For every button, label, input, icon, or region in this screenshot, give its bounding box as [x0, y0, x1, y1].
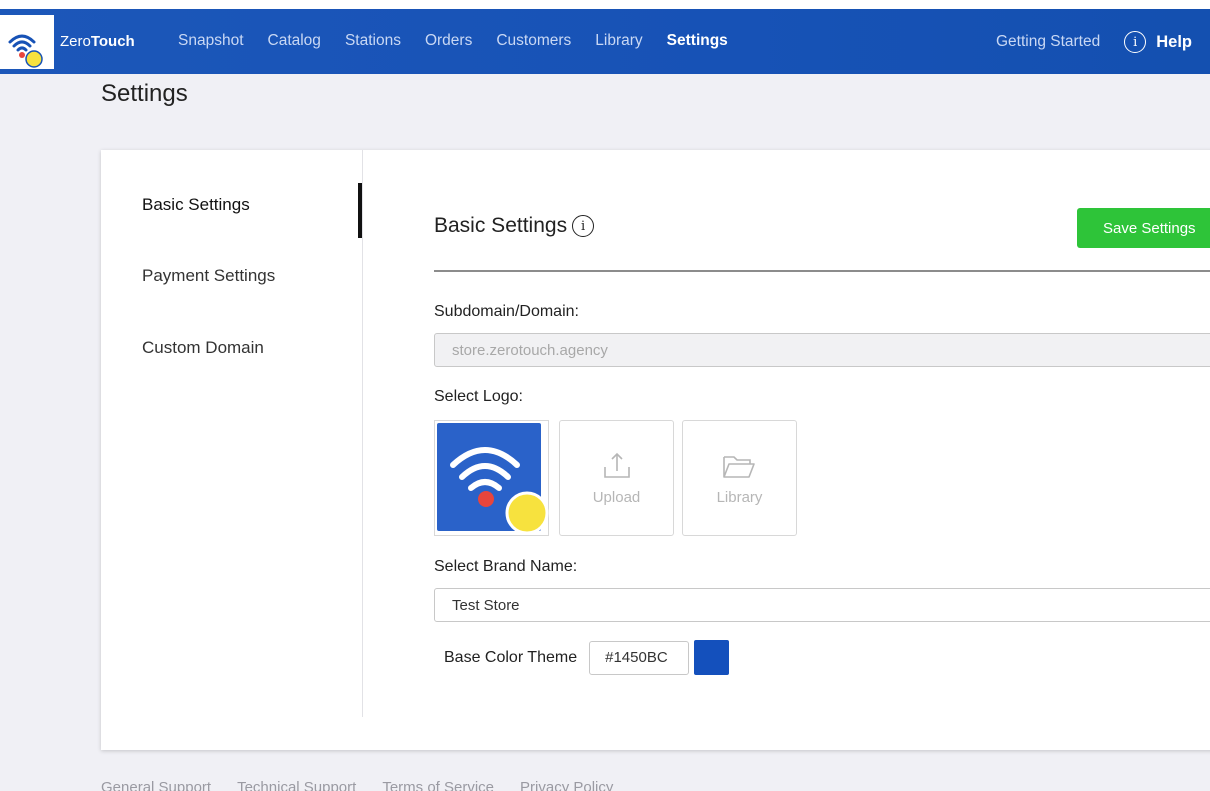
page-title: Settings — [101, 80, 188, 107]
wifi-logo-icon — [8, 34, 43, 68]
library-logo-tile[interactable]: Library — [682, 420, 797, 536]
top-navbar: ZeroTouch Snapshot Catalog Stations Orde… — [0, 9, 1210, 74]
nav-settings[interactable]: Settings — [667, 32, 728, 50]
color-theme-label: Base Color Theme — [444, 648, 578, 666]
section-divider — [434, 270, 1210, 272]
brand-prefix: Zero — [60, 33, 91, 50]
nav-orders[interactable]: Orders — [425, 32, 472, 50]
footer-terms-of-service[interactable]: Terms of Service — [382, 779, 494, 791]
footer-general-support[interactable]: General Support — [101, 779, 211, 791]
section-title: Basic Settings i — [434, 214, 595, 238]
logo-label: Select Logo: — [434, 388, 523, 405]
logo-preview — [437, 423, 549, 535]
sidebar-item-basic-settings[interactable]: Basic Settings — [142, 195, 250, 215]
nav-library[interactable]: Library — [595, 32, 642, 50]
upload-label: Upload — [592, 489, 641, 506]
info-icon: i — [1124, 31, 1147, 53]
app-logo[interactable] — [0, 15, 54, 69]
selected-logo[interactable] — [434, 420, 549, 536]
nav-stations[interactable]: Stations — [345, 32, 401, 50]
footer: General Support Technical Support Terms … — [101, 779, 639, 791]
main-nav: Snapshot Catalog Stations Orders Custome… — [178, 32, 752, 50]
nav-snapshot[interactable]: Snapshot — [178, 32, 244, 50]
save-settings-button[interactable]: Save Settings — [1077, 208, 1210, 248]
brand-name[interactable]: ZeroTouch — [60, 33, 135, 50]
help-button[interactable]: i Help — [1124, 31, 1192, 53]
brand-name-field[interactable] — [434, 588, 1210, 622]
getting-started-link[interactable]: Getting Started — [996, 33, 1100, 51]
help-label: Help — [1156, 32, 1192, 51]
footer-privacy-policy[interactable]: Privacy Policy — [520, 779, 613, 791]
color-theme-row: Base Color Theme — [444, 640, 730, 675]
info-icon[interactable]: i — [572, 215, 595, 237]
active-tab-indicator — [358, 183, 362, 238]
settings-sidebar: Basic Settings Payment Settings Custom D… — [101, 150, 363, 717]
wifi-logo-icon — [450, 447, 549, 535]
color-hex-field[interactable] — [589, 640, 690, 675]
settings-card: Basic Settings Payment Settings Custom D… — [101, 150, 1210, 750]
upload-logo-tile[interactable]: Upload — [559, 420, 674, 536]
nav-catalog[interactable]: Catalog — [268, 32, 321, 50]
section-title-text: Basic Settings — [434, 214, 568, 237]
nav-customers[interactable]: Customers — [496, 32, 571, 50]
upload-icon — [604, 452, 630, 478]
nav-right: Getting Started i Help — [996, 31, 1192, 53]
domain-field[interactable] — [434, 333, 1210, 367]
footer-technical-support[interactable]: Technical Support — [237, 779, 356, 791]
folder-icon — [723, 456, 755, 478]
library-label: Library — [716, 489, 763, 506]
brand-suffix: Touch — [90, 33, 135, 50]
brand-name-label: Select Brand Name: — [434, 558, 578, 575]
sidebar-item-payment-settings[interactable]: Payment Settings — [142, 266, 275, 286]
domain-label: Subdomain/Domain: — [434, 303, 579, 320]
color-swatch[interactable] — [694, 640, 730, 675]
top-strip — [0, 0, 1210, 9]
sidebar-item-custom-domain[interactable]: Custom Domain — [142, 338, 264, 358]
